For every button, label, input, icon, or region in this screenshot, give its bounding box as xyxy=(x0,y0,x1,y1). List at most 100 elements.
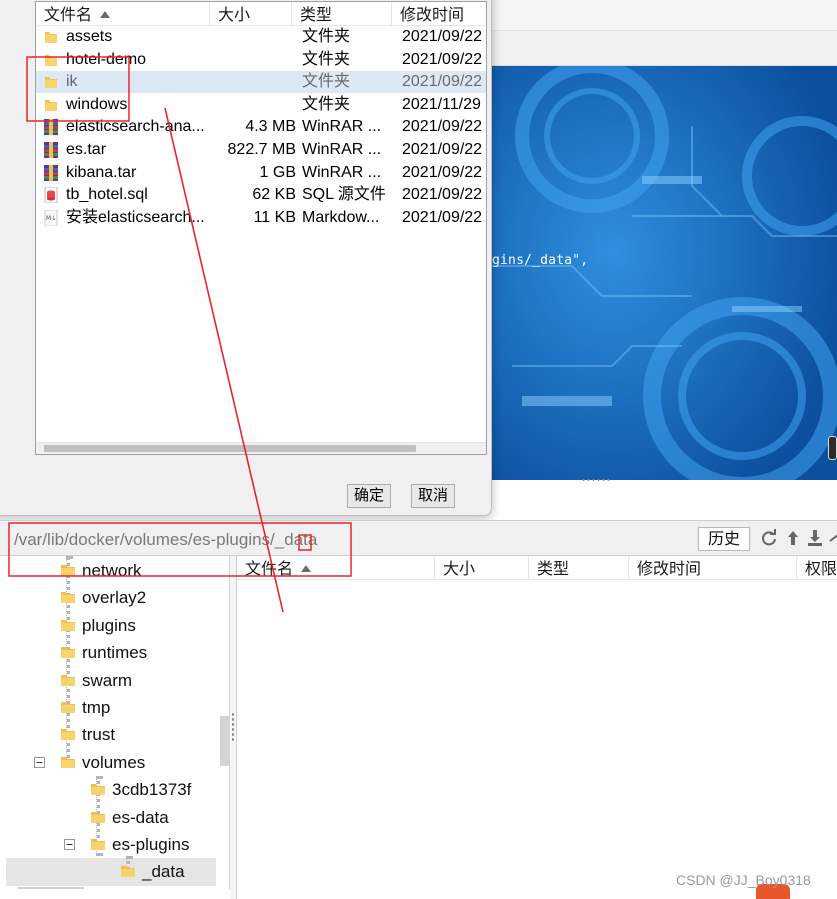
column-header-name[interactable]: 文件名 xyxy=(36,2,210,26)
folder-icon xyxy=(61,619,75,631)
file-name: 安装elasticsearch... xyxy=(66,208,205,226)
tree-item-label: es-plugins xyxy=(112,835,190,854)
file-row[interactable]: es.tar 822.7 MB WinRAR ... 2021/09/22 xyxy=(36,139,486,161)
file-row[interactable]: assets 文件夹 2021/09/22 xyxy=(36,26,486,48)
cancel-button[interactable]: 取消 xyxy=(411,484,455,508)
refresh-icon[interactable] xyxy=(760,529,778,547)
collapse-toggle-icon[interactable] xyxy=(64,839,75,850)
file-modified: 2021/09/22 xyxy=(402,118,483,136)
remote-column-name-label: 文件名 xyxy=(245,561,294,578)
remote-path-bar: /var/lib/docker/volumes/es-plugins/_data… xyxy=(0,520,837,556)
collapse-toggle-icon[interactable] xyxy=(34,756,45,768)
file-row[interactable]: elasticsearch-ana... 4.3 MB WinRAR ... 2021… xyxy=(36,116,486,138)
ok-button[interactable]: 确定 xyxy=(347,484,391,508)
file-size: 1 GB xyxy=(259,163,296,181)
tree-item-label: swarm xyxy=(82,670,133,690)
column-header-type[interactable]: 类型 xyxy=(292,2,392,26)
file-modified: 2021/09/22 xyxy=(402,186,483,204)
markdown-file-icon: M↓ xyxy=(44,209,58,226)
tree-item-label: volumes xyxy=(82,752,146,772)
background-window-toolbar xyxy=(492,30,837,66)
file-type: 文件夹 xyxy=(302,50,351,68)
tech-wallpaper-graphic xyxy=(492,66,837,480)
file-type: WinRAR ... xyxy=(302,163,382,181)
background-image-panel xyxy=(492,66,837,480)
file-size: 4.3 MB xyxy=(245,118,296,136)
remote-column-header-modified[interactable]: 修改时间 xyxy=(629,556,797,580)
code-snippet-text: gins/_data", xyxy=(492,253,589,268)
remote-column-header-permissions[interactable]: 权限 xyxy=(797,556,837,580)
history-button[interactable]: 历史 xyxy=(698,527,750,551)
file-modified: 2021/09/22 xyxy=(402,73,483,91)
file-size xyxy=(212,71,296,93)
file-list[interactable]: 文件名 大小 类型 修改时间 assets 文件夹 2021/09/22 hotel-… xyxy=(35,1,487,455)
folder-icon xyxy=(61,702,75,713)
column-header-modified[interactable]: 修改时间 xyxy=(392,2,488,26)
winrar-archive-icon xyxy=(44,164,58,181)
file-size xyxy=(212,94,296,116)
file-chooser-dialog: 文件名 大小 类型 修改时间 assets 文件夹 2021/09/22 hotel-… xyxy=(0,0,492,516)
tree-hscrollbar[interactable] xyxy=(18,887,84,889)
file-list-hscroll-thumb[interactable] xyxy=(44,445,416,452)
remote-path-input[interactable]: /var/lib/docker/volumes/es-plugins/_data xyxy=(6,526,686,552)
remote-file-list[interactable]: 文件名 大小 类型 修改时间 权限 xyxy=(236,556,837,899)
tree-item-label: tmp xyxy=(82,698,111,717)
splitter-grip[interactable] xyxy=(581,478,609,482)
file-name: es.tar xyxy=(66,141,107,158)
file-row[interactable]: hotel-demo 文件夹 2021/09/22 xyxy=(36,49,486,71)
folder-icon xyxy=(61,756,75,768)
folder-icon xyxy=(45,54,57,66)
file-type: WinRAR ... xyxy=(302,118,382,136)
folder-icon xyxy=(61,729,75,741)
folder-icon xyxy=(91,784,105,796)
file-modified: 2021/11/29 xyxy=(402,95,481,113)
sort-ascending-icon xyxy=(100,11,111,18)
file-name: ik xyxy=(66,73,78,91)
file-name: assets xyxy=(66,28,113,45)
file-name: windows xyxy=(66,95,128,113)
file-row[interactable]: tb_hotel.sql 62 KB SQL 源文件 2021/09/22 xyxy=(36,184,486,206)
more-tools-icon[interactable] xyxy=(828,529,837,547)
file-size: 822.7 MB xyxy=(227,141,296,158)
file-type: WinRAR ... xyxy=(302,141,382,158)
file-type: Markdow... xyxy=(302,208,380,226)
file-row[interactable]: windows 文件夹 2021/11/29 xyxy=(36,94,486,116)
winrar-archive-icon xyxy=(44,142,58,158)
column-header-size[interactable]: 大小 xyxy=(210,2,292,26)
remote-directory-tree[interactable]: network overlay2 plugins runtimes swarm tmp tr… xyxy=(6,556,230,889)
file-row[interactable]: M↓ 安装elasticsearch... 11 KB Markdow... 2021/… xyxy=(36,207,486,229)
file-row[interactable]: ik 文件夹 2021/09/22 xyxy=(36,71,486,94)
folder-icon xyxy=(61,592,75,604)
file-type: 文件夹 xyxy=(302,28,351,45)
file-size xyxy=(212,49,296,71)
remote-column-header-size[interactable]: 大小 xyxy=(435,556,529,580)
panel-splitter-grip[interactable] xyxy=(231,712,235,742)
tree-vscrollbar[interactable] xyxy=(220,716,229,766)
tree-item-label: network xyxy=(82,561,142,580)
tree-item-label: plugins xyxy=(82,615,136,635)
download-icon[interactable] xyxy=(806,529,824,547)
file-size: 62 KB xyxy=(252,186,296,204)
file-modified: 2021/09/22 xyxy=(402,50,483,68)
folder-icon xyxy=(45,99,57,111)
upload-icon[interactable] xyxy=(784,529,802,547)
file-row[interactable]: kibana.tar 1 GB WinRAR ... 2021/09/22 xyxy=(36,162,486,184)
folder-icon xyxy=(45,32,57,43)
background-scrollbar[interactable] xyxy=(828,436,837,460)
watermark-text: CSDN @JJ_Boy0318 xyxy=(676,872,811,888)
file-size xyxy=(212,26,296,48)
tree-item-label: runtimes xyxy=(82,643,148,663)
file-modified: 2021/09/22 xyxy=(402,141,483,158)
svg-text:M↓: M↓ xyxy=(46,215,56,222)
file-list-hscrollbar[interactable] xyxy=(36,442,486,454)
remote-file-list-header: 文件名 大小 类型 修改时间 权限 xyxy=(237,556,837,580)
background-window-footer xyxy=(492,480,837,518)
file-name: hotel-demo xyxy=(66,50,147,68)
folder-icon xyxy=(91,839,105,850)
file-modified: 2021/09/22 xyxy=(402,28,483,45)
file-type: SQL 源文件 xyxy=(302,186,386,204)
folder-icon xyxy=(121,866,135,878)
remote-column-header-name[interactable]: 文件名 xyxy=(237,556,435,580)
remote-column-header-type[interactable]: 类型 xyxy=(529,556,629,580)
sql-file-icon xyxy=(44,187,58,204)
